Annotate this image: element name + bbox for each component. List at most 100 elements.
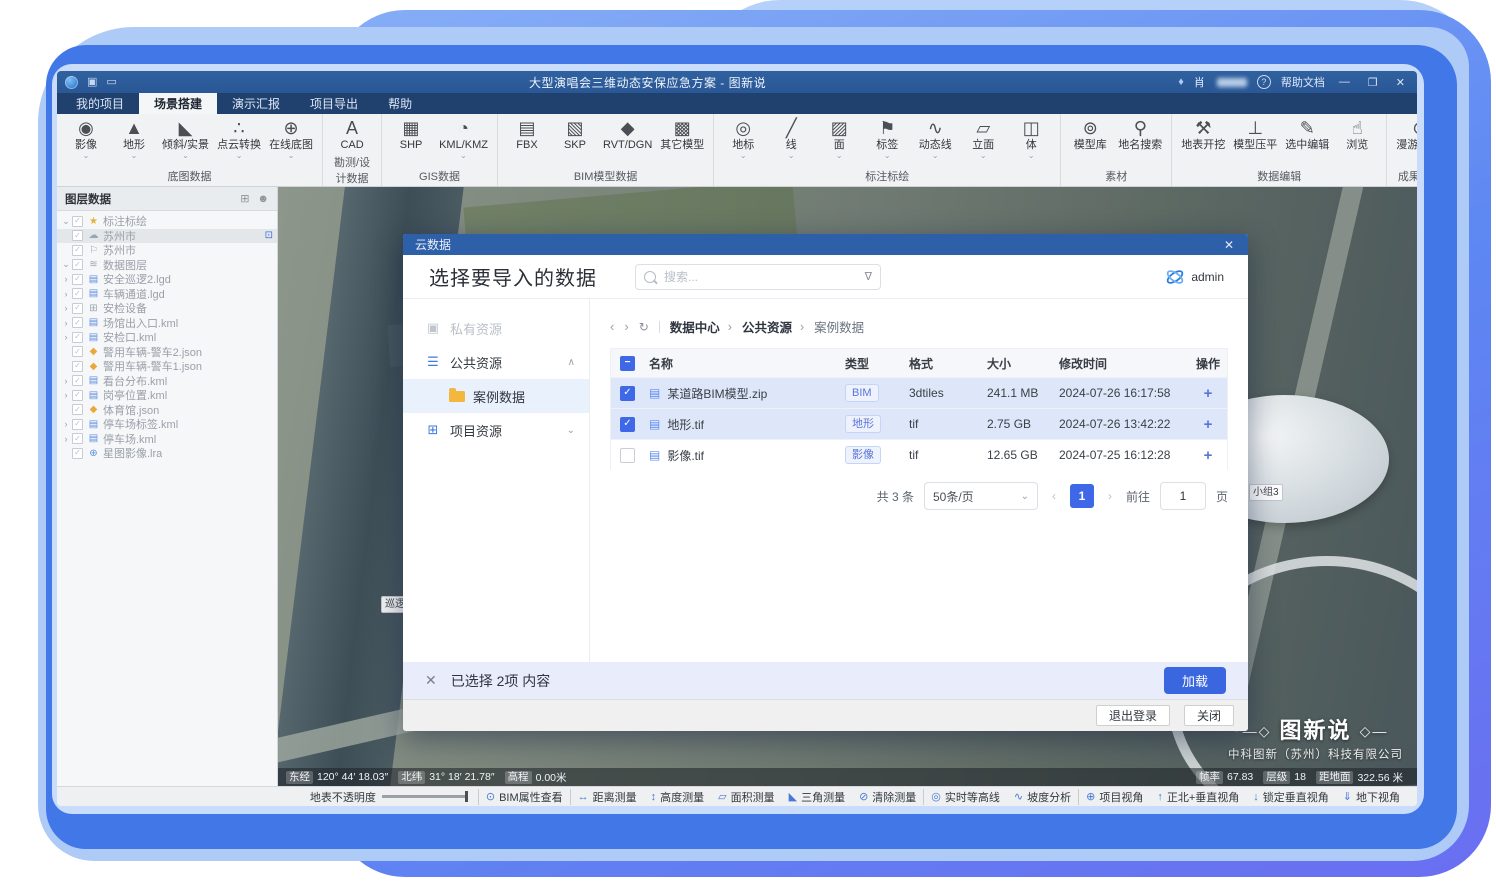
- ribbon-tool-button[interactable]: ◉ 影像 ⌄: [63, 117, 109, 159]
- layer-checkbox[interactable]: [72, 346, 83, 357]
- menu-tab[interactable]: 场景搭建: [139, 93, 217, 114]
- ribbon-tool-button[interactable]: ∿ 动态线 ⌄: [912, 117, 958, 159]
- expand-arrow-icon[interactable]: ›: [61, 318, 71, 328]
- clear-selection-icon[interactable]: ✕: [425, 672, 437, 689]
- minimize-button[interactable]: —: [1335, 76, 1354, 88]
- next-page-button[interactable]: ›: [1104, 489, 1116, 503]
- status-tool-button[interactable]: ⊘ 清除测量: [852, 789, 923, 805]
- add-group-icon[interactable]: ⊞: [240, 192, 249, 205]
- ribbon-tool-button[interactable]: ⊚ 模型库 ⌄: [1067, 117, 1113, 152]
- ribbon-tool-button[interactable]: ▨ 面 ⌄: [816, 117, 862, 159]
- layer-checkbox[interactable]: [72, 288, 83, 299]
- status-tool-button[interactable]: ◣ 三角测量: [782, 789, 852, 805]
- refresh-icon[interactable]: ↻: [639, 320, 649, 334]
- goto-page-input[interactable]: [1160, 482, 1206, 510]
- layer-tree-row[interactable]: ⊕ 星图影像.lra ⊡: [57, 446, 277, 461]
- locate-layer-icon[interactable]: ⊡: [265, 230, 273, 241]
- current-page-button[interactable]: 1: [1070, 484, 1094, 508]
- expand-arrow-icon[interactable]: ›: [61, 376, 71, 386]
- menu-tab[interactable]: 我的项目: [61, 93, 139, 114]
- expand-arrow-icon[interactable]: ›: [61, 274, 71, 284]
- expand-arrow-icon[interactable]: ›: [61, 434, 71, 444]
- expand-arrow-icon[interactable]: ›: [61, 332, 71, 342]
- layer-tree-row[interactable]: › ▤ 车辆通道.lgd ⊡: [57, 287, 277, 302]
- layer-checkbox[interactable]: [72, 216, 83, 227]
- select-all-checkbox[interactable]: [620, 356, 635, 371]
- status-tool-button[interactable]: ▱ 面积测量: [711, 789, 781, 805]
- layer-checkbox[interactable]: [72, 317, 83, 328]
- ribbon-tool-button[interactable]: ⚑ 标签 ⌄: [864, 117, 910, 159]
- layer-checkbox[interactable]: [72, 375, 83, 386]
- row-checkbox[interactable]: [620, 448, 635, 463]
- ribbon-tool-button[interactable]: ▲ 地形 ⌄: [111, 117, 157, 159]
- status-tool-button[interactable]: ⊙ BIM属性查看: [478, 789, 570, 805]
- breadcrumb-item[interactable]: 数据中心: [670, 317, 732, 336]
- ribbon-tool-button[interactable]: ▤ FBX ⌄: [504, 117, 550, 152]
- ribbon-tool-button[interactable]: ╱ 线 ⌄: [768, 117, 814, 159]
- ribbon-tool-button[interactable]: ∴ 点云转换 ⌄: [214, 117, 264, 159]
- layer-checkbox[interactable]: [72, 433, 83, 444]
- layer-tree-row[interactable]: › ▤ 停车场.kml ⊡: [57, 432, 277, 447]
- layer-checkbox[interactable]: [72, 448, 83, 459]
- back-icon[interactable]: ‹: [610, 319, 614, 334]
- open-icon[interactable]: ▭: [106, 77, 116, 88]
- table-row[interactable]: ▤ 影像.tif 影像 tif 12.65 GB 2024-07-25 16:1…: [611, 439, 1227, 470]
- forward-icon[interactable]: ›: [624, 319, 628, 334]
- ribbon-tool-button[interactable]: ⊕ 在线底图 ⌄: [266, 117, 316, 159]
- layer-checkbox[interactable]: [72, 404, 83, 415]
- nav-item-project[interactable]: ⊞ 项目资源 ⌄: [403, 413, 589, 447]
- nav-item-public[interactable]: ☰ 公共资源 ∧: [403, 345, 589, 379]
- load-button[interactable]: 加载: [1164, 667, 1226, 694]
- layer-checkbox[interactable]: [72, 361, 83, 372]
- expand-arrow-icon[interactable]: ›: [61, 289, 71, 299]
- ribbon-tool-button[interactable]: ☝ 浏览 ⌄: [1334, 117, 1380, 152]
- ribbon-tool-button[interactable]: ◫ 体 ⌄: [1008, 117, 1054, 159]
- add-file-button[interactable]: +: [1187, 385, 1229, 402]
- layer-tree-row[interactable]: › ▤ 安检口.kml ⊡: [57, 330, 277, 345]
- help-doc-link[interactable]: 帮助文档: [1281, 74, 1325, 90]
- row-checkbox[interactable]: [620, 386, 635, 401]
- ribbon-tool-button[interactable]: ⚒ 地表开挖 ⌄: [1178, 117, 1228, 152]
- expand-arrow-icon[interactable]: ›: [61, 390, 71, 400]
- table-row[interactable]: ▤ 地形.tif 地形 tif 2.75 GB 2024-07-26 13:42…: [611, 408, 1227, 439]
- layer-checkbox[interactable]: [72, 245, 83, 256]
- layer-tree-row[interactable]: › ▤ 安全巡逻2.lgd ⊡: [57, 272, 277, 287]
- layer-tree-row[interactable]: › ▤ 岗亭位置.kml ⊡: [57, 388, 277, 403]
- dialog-close-icon[interactable]: ✕: [1222, 238, 1236, 252]
- add-file-button[interactable]: +: [1187, 447, 1229, 464]
- filter-icon[interactable]: ∇: [865, 270, 872, 283]
- layer-tree-row[interactable]: ◆ 警用车辆-警车1.json ⊡: [57, 359, 277, 374]
- close-button[interactable]: ✕: [1392, 76, 1409, 89]
- status-tool-button[interactable]: ⇓ 地下视角: [1336, 789, 1407, 805]
- layer-tree-row[interactable]: ◆ 警用车辆-警车2.json ⊡: [57, 345, 277, 360]
- ribbon-tool-button[interactable]: ▩ 其它模型 ⌄: [657, 117, 707, 152]
- ribbon-tool-button[interactable]: ▧ SKP ⌄: [552, 117, 598, 152]
- layer-tree-row[interactable]: ⌄ ≋ 数据图层 ⊡: [57, 258, 277, 273]
- layer-tree-row[interactable]: ◆ 体育馆.json ⊡: [57, 403, 277, 418]
- layer-checkbox[interactable]: [72, 274, 83, 285]
- status-tool-button[interactable]: ⊕ 项目视角: [1078, 789, 1150, 805]
- status-tool-button[interactable]: ↔ 距离测量: [570, 789, 644, 805]
- layer-tree-row[interactable]: › ⊞ 安检设备 ⊡: [57, 301, 277, 316]
- expand-arrow-icon[interactable]: ›: [61, 419, 71, 429]
- menu-tab[interactable]: 帮助: [373, 93, 427, 114]
- status-tool-button[interactable]: ∿ 坡度分析: [1007, 789, 1078, 805]
- breadcrumb-item[interactable]: 公共资源: [742, 317, 804, 336]
- layer-tree-row[interactable]: ☁ 苏州市 ⊡: [57, 229, 277, 244]
- prev-page-button[interactable]: ‹: [1048, 489, 1060, 503]
- ribbon-tool-button[interactable]: ⊙ 漫游/录制 ⌄: [1393, 117, 1417, 152]
- layer-tree-row[interactable]: › ▤ 看台分布.kml ⊡: [57, 374, 277, 389]
- table-row[interactable]: ▤ 某道路BIM模型.zip BIM 3dtiles 241.1 MB 2024…: [611, 377, 1227, 408]
- menu-tab[interactable]: 演示汇报: [217, 93, 295, 114]
- layer-tree-row[interactable]: › ▤ 停车场标签.kml ⊡: [57, 417, 277, 432]
- layer-checkbox[interactable]: [72, 259, 83, 270]
- menu-tab[interactable]: 项目导出: [295, 93, 373, 114]
- page-size-select[interactable]: 50条/页 ⌄: [924, 482, 1038, 510]
- status-tool-button[interactable]: ↓ 锁定垂直视角: [1246, 789, 1336, 805]
- expand-arrow-icon[interactable]: ⌄: [61, 259, 71, 270]
- search-input[interactable]: [662, 269, 859, 285]
- user-name[interactable]: 肖: [1194, 74, 1205, 90]
- expand-arrow-icon[interactable]: ›: [61, 303, 71, 313]
- save-icon[interactable]: ▣: [87, 77, 97, 88]
- layer-tree-row[interactable]: › ▤ 场馆出入口.kml ⊡: [57, 316, 277, 331]
